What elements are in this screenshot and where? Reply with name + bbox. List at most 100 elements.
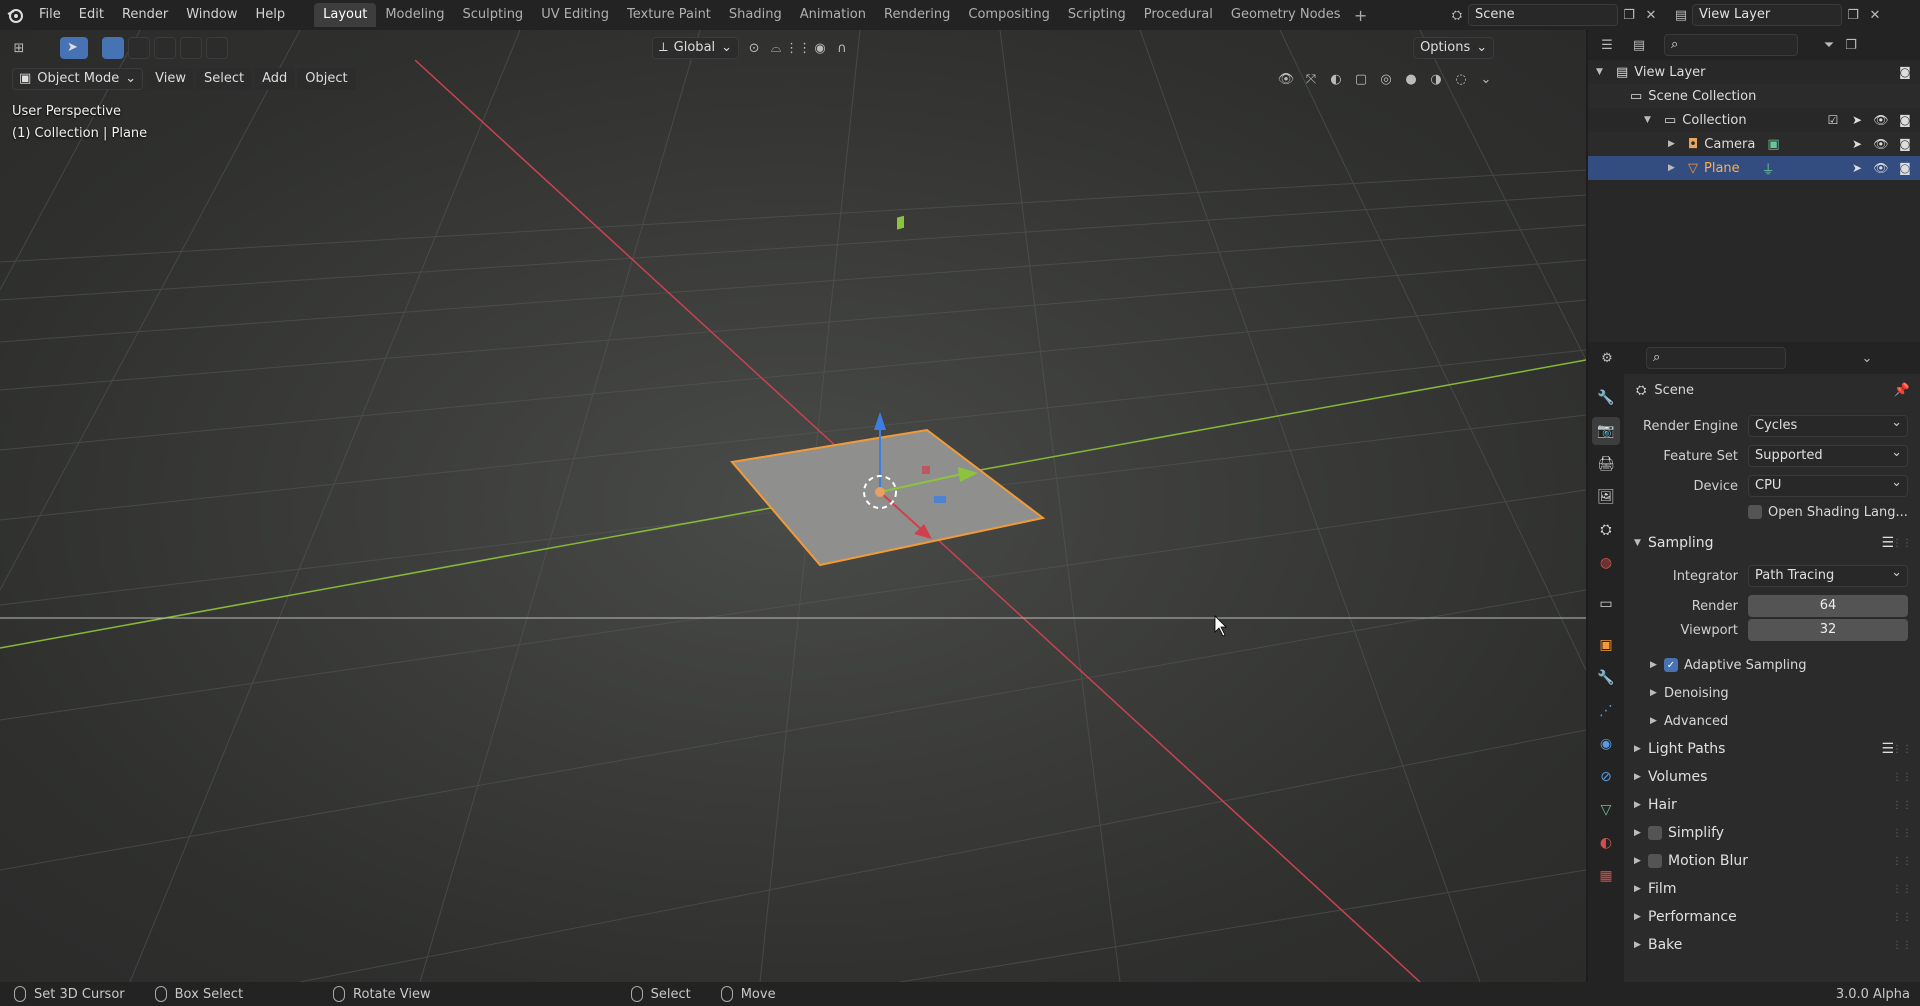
physics-tab-icon[interactable]: ◉ xyxy=(1592,730,1620,758)
advanced-subpanel[interactable]: ▶ Advanced xyxy=(1624,710,1920,732)
snap-target-icon[interactable]: ⋮⋮ xyxy=(785,37,811,59)
menu-object[interactable]: Object xyxy=(297,68,356,90)
simplify-panel-header[interactable]: ▶ Simplify ⋮⋮ xyxy=(1624,820,1920,846)
tab-uv-editing[interactable]: UV Editing xyxy=(532,3,618,27)
select-tool-icon[interactable]: ➤ xyxy=(60,37,88,59)
expand-icon[interactable]: ▼ xyxy=(1644,115,1658,125)
drag-handle-icon[interactable]: ⋮⋮ xyxy=(1892,940,1912,951)
scene-name-field[interactable]: Scene xyxy=(1468,4,1618,26)
tab-layout[interactable]: Layout xyxy=(314,3,377,27)
motion-blur-panel-header[interactable]: ▶ Motion Blur ⋮⋮ xyxy=(1624,848,1920,874)
new-scene-icon[interactable]: ❐ xyxy=(1618,4,1640,26)
outliner-row-plane[interactable]: ▶ ▽ Plane ⏚ ➤ 👁 ◙ xyxy=(1588,156,1920,180)
gizmo-icon[interactable]: ⤧ xyxy=(1300,68,1322,90)
eye-icon[interactable]: 👁 xyxy=(1872,159,1890,177)
chevron-down-icon[interactable]: ⌄ xyxy=(1856,347,1878,369)
select-mode-extend-icon[interactable] xyxy=(128,37,150,59)
menu-edit[interactable]: Edit xyxy=(70,4,113,26)
tab-procedural[interactable]: Procedural xyxy=(1135,3,1222,27)
tab-shading[interactable]: Shading xyxy=(720,3,791,27)
view-layer-field[interactable]: View Layer xyxy=(1692,4,1842,26)
view-layer-icon[interactable]: ▤ xyxy=(1670,4,1692,26)
tab-compositing[interactable]: Compositing xyxy=(959,3,1059,27)
display-mode-icon[interactable]: ▤ xyxy=(1628,34,1650,56)
modifier-tab-icon[interactable]: 🔧 xyxy=(1592,664,1620,692)
checkbox-icon[interactable]: ☑ xyxy=(1824,111,1842,129)
expand-icon[interactable]: ▶ xyxy=(1668,139,1682,149)
viewport-samples-field[interactable]: 32 xyxy=(1748,619,1908,641)
film-panel-header[interactable]: ▶ Film ⋮⋮ xyxy=(1624,876,1920,902)
new-collection-icon[interactable]: ❐ xyxy=(1840,34,1862,56)
xray-icon[interactable]: ▢ xyxy=(1350,68,1372,90)
menu-help[interactable]: Help xyxy=(247,4,295,26)
outliner-search-input[interactable]: ⌕ xyxy=(1664,34,1798,56)
menu-add[interactable]: Add xyxy=(254,68,296,90)
overlay-icon[interactable]: ◐ xyxy=(1325,68,1347,90)
new-view-layer-icon[interactable]: ❐ xyxy=(1842,4,1864,26)
menu-view[interactable]: View xyxy=(147,68,194,90)
select-mode-intersect-icon[interactable] xyxy=(206,37,228,59)
select-mode-new-icon[interactable] xyxy=(102,37,124,59)
menu-file[interactable]: File xyxy=(30,4,70,26)
denoising-subpanel[interactable]: ▶ Denoising xyxy=(1624,682,1920,704)
tool-tab-icon[interactable]: 🔧 xyxy=(1592,384,1620,412)
delete-view-layer-icon[interactable]: ✕ xyxy=(1864,4,1886,26)
options-dropdown[interactable]: Options ⌄ xyxy=(1413,37,1495,59)
tab-texture-paint[interactable]: Texture Paint xyxy=(618,3,720,27)
rendered-shading-icon[interactable]: ◌ xyxy=(1450,68,1472,90)
pivot-point-icon[interactable]: ⊙ xyxy=(743,37,765,59)
integrator-dropdown[interactable]: Path Tracing xyxy=(1748,563,1908,587)
menu-render[interactable]: Render xyxy=(113,4,177,26)
outliner-row-view-layer[interactable]: ▼ ▤ View Layer ◙ xyxy=(1588,60,1920,84)
blender-logo-icon[interactable] xyxy=(0,0,30,30)
texture-tab-icon[interactable]: ▦ xyxy=(1592,862,1620,890)
drag-handle-icon[interactable]: ⋮⋮ xyxy=(1892,828,1912,839)
performance-panel-header[interactable]: ▶ Performance ⋮⋮ xyxy=(1624,904,1920,930)
light-paths-panel-header[interactable]: ▶ Light Paths ☰ ⋮⋮ xyxy=(1624,736,1920,762)
add-workspace-icon[interactable]: + xyxy=(1350,6,1372,25)
eye-icon[interactable]: 👁 xyxy=(1872,135,1890,153)
select-arrow-icon[interactable]: ➤ xyxy=(1848,135,1866,153)
sampling-panel-header[interactable]: ▼ Sampling ☰ ⋮⋮ xyxy=(1624,530,1920,556)
outliner-row-camera[interactable]: ▶ ◘ Camera ▣ ➤ 👁 ◙ xyxy=(1588,132,1920,156)
outliner-row-scene-collection[interactable]: ▭ Scene Collection xyxy=(1588,84,1920,108)
proportional-edit-icon[interactable]: ◉ xyxy=(809,37,831,59)
world-tab-icon[interactable]: ◍ xyxy=(1592,549,1620,577)
camera-render-icon[interactable]: ◙ xyxy=(1896,135,1914,153)
drag-handle-icon[interactable]: ⋮⋮ xyxy=(1892,912,1912,923)
tab-geometry-nodes[interactable]: Geometry Nodes xyxy=(1222,3,1350,27)
pin-icon[interactable]: 📌 xyxy=(1894,383,1910,398)
filter-icon[interactable]: ⏷ xyxy=(1818,34,1840,56)
scene-tab-icon[interactable]: ⛭ xyxy=(1592,516,1620,544)
select-mode-subtract-icon[interactable] xyxy=(154,37,176,59)
view-layer-tab-icon[interactable]: 🖼 xyxy=(1592,483,1620,511)
expand-icon[interactable]: ▶ xyxy=(1668,163,1682,173)
osl-checkbox[interactable] xyxy=(1748,505,1762,519)
device-dropdown[interactable]: CPU xyxy=(1748,473,1908,497)
material-tab-icon[interactable]: ◐ xyxy=(1592,829,1620,857)
render-samples-field[interactable]: 64 xyxy=(1748,595,1908,617)
tab-sculpting[interactable]: Sculpting xyxy=(453,3,532,27)
constraints-tab-icon[interactable]: ⊘ xyxy=(1592,763,1620,791)
bake-panel-header[interactable]: ▶ Bake ⋮⋮ xyxy=(1624,932,1920,958)
scene-icon[interactable]: ⛭ xyxy=(1446,4,1468,26)
drag-handle-icon[interactable]: ⋮⋮ xyxy=(1892,538,1912,549)
menu-window[interactable]: Window xyxy=(177,4,246,26)
editor-type-icon[interactable]: ⊞ xyxy=(8,37,30,59)
particles-tab-icon[interactable]: ⋰ xyxy=(1592,697,1620,725)
camera-render-icon[interactable]: ◙ xyxy=(1896,159,1914,177)
hair-panel-header[interactable]: ▶ Hair ⋮⋮ xyxy=(1624,792,1920,818)
delete-scene-icon[interactable]: ✕ xyxy=(1640,4,1662,26)
3d-viewport[interactable]: ⊞ ➤ ⟂ Global ⌄ ⊙ ⌓ ⋮⋮ ◉ ∩ Options ⌄ ▣ Ob… xyxy=(0,30,1586,982)
shading-options-icon[interactable]: ⌄ xyxy=(1475,68,1497,90)
drag-handle-icon[interactable]: ⋮⋮ xyxy=(1892,772,1912,783)
properties-editor-type-icon[interactable]: ⚙ xyxy=(1596,347,1618,369)
transform-orientation-dropdown[interactable]: ⟂ Global ⌄ xyxy=(652,37,740,59)
expand-icon[interactable]: ▼ xyxy=(1596,67,1610,77)
snap-icon[interactable]: ⌓ xyxy=(765,37,787,59)
solid-shading-icon[interactable]: ● xyxy=(1400,68,1422,90)
volumes-panel-header[interactable]: ▶ Volumes ⋮⋮ xyxy=(1624,764,1920,790)
properties-search-input[interactable]: ⌕ xyxy=(1646,347,1786,369)
tab-rendering[interactable]: Rendering xyxy=(875,3,959,27)
falloff-icon[interactable]: ∩ xyxy=(831,37,853,59)
